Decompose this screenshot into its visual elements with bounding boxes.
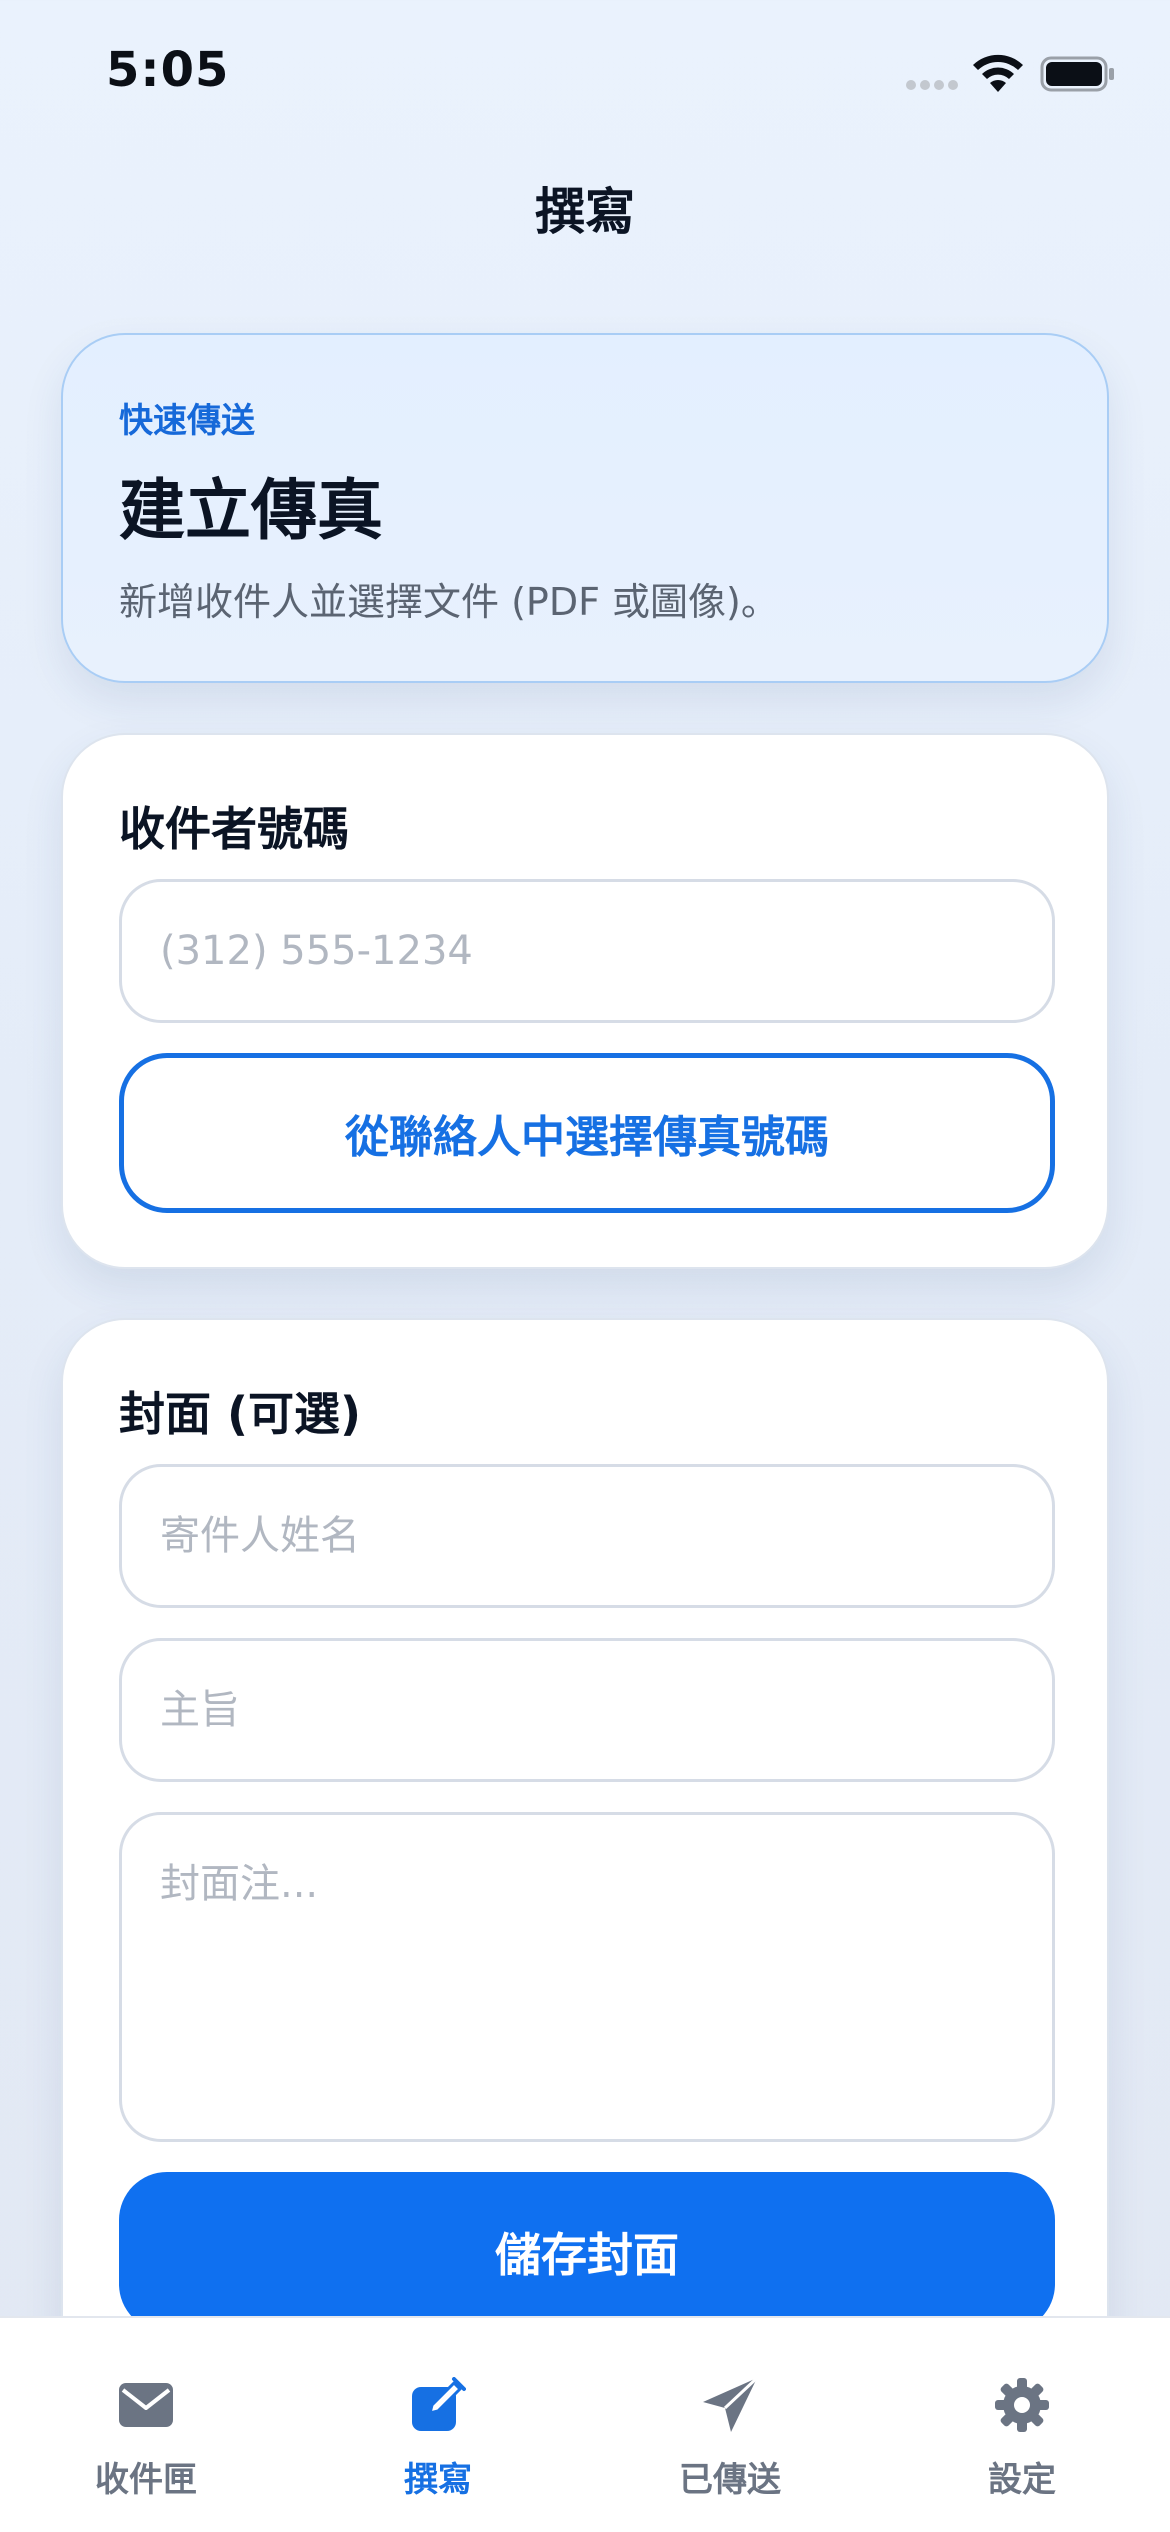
tab-sent[interactable]: 已傳送 (584, 2318, 876, 2532)
tab-label-settings: 設定 (988, 2460, 1056, 2500)
choose-from-contacts-button[interactable]: 從聯絡人中選擇傳真號碼 (119, 1053, 1055, 1213)
recipient-label: 收件者號碼 (119, 802, 349, 856)
cellular-signal-icon (906, 80, 958, 90)
recipient-number-input[interactable] (119, 879, 1055, 1023)
compose-icon (412, 2377, 466, 2431)
sender-name-input[interactable] (119, 1464, 1055, 1608)
subject-input[interactable] (119, 1638, 1055, 1782)
status-time: 5:05 (106, 42, 230, 98)
envelope-icon (119, 2383, 173, 2427)
tab-inbox[interactable]: 收件匣 (0, 2318, 292, 2532)
cover-label: 封面 (可選) (119, 1387, 362, 1441)
tab-compose[interactable]: 撰寫 (292, 2318, 584, 2532)
tab-bar: 收件匣 撰寫 已傳送 設定 (0, 2316, 1170, 2532)
wifi-icon (973, 54, 1023, 92)
hero-eyebrow: 快速傳送 (119, 401, 255, 441)
cover-notes-textarea[interactable] (119, 1812, 1055, 2142)
save-cover-button[interactable]: 儲存封面 (119, 2172, 1055, 2332)
page-title: 撰寫 (535, 183, 635, 241)
recipient-card: 收件者號碼 從聯絡人中選擇傳真號碼 (61, 733, 1109, 1269)
tab-label-compose: 撰寫 (404, 2460, 472, 2500)
status-bar: 5:05 (0, 0, 1170, 150)
tab-label-sent: 已傳送 (679, 2460, 781, 2500)
quick-send-card: 快速傳送 建立傳真 新增收件人並選擇文件 (PDF 或圖像)。 (61, 333, 1109, 683)
hero-title: 建立傳真 (119, 472, 383, 549)
hero-description: 新增收件人並選擇文件 (PDF 或圖像)。 (119, 580, 779, 624)
battery-icon (1040, 56, 1114, 92)
paper-plane-icon (703, 2376, 759, 2432)
gear-icon (995, 2378, 1049, 2432)
tab-settings[interactable]: 設定 (876, 2318, 1168, 2532)
tab-label-inbox: 收件匣 (95, 2460, 197, 2500)
